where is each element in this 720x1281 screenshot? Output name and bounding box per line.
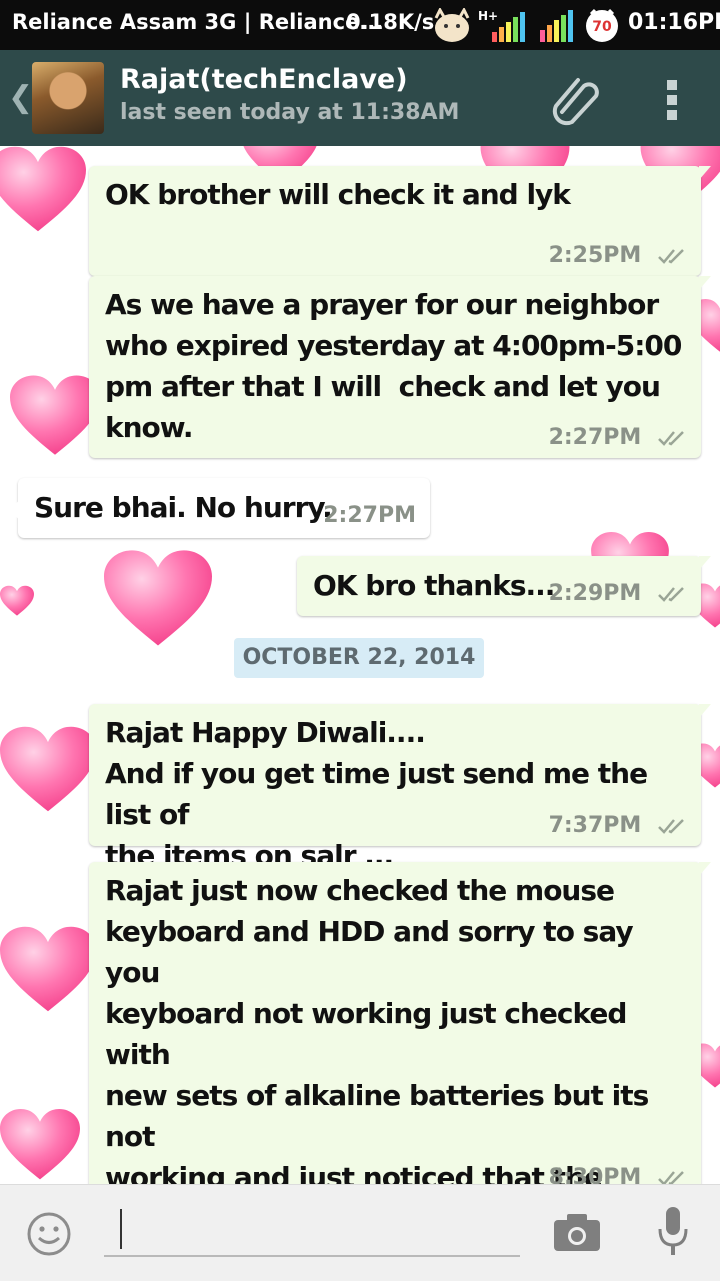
message-text: OK brother will check it and lyk	[105, 178, 571, 211]
message-time: 2:27PM	[323, 503, 416, 528]
heart-wallpaper-icon	[104, 550, 212, 648]
message-meta: 2:27PM	[323, 503, 416, 528]
message-compose-bar	[0, 1184, 720, 1281]
bubble-tail	[8, 500, 20, 520]
message-meta: 7:37PM	[549, 813, 687, 838]
clock: 01:16PM	[628, 10, 720, 35]
message-bubble-outgoing[interactable]: OK brother will check it and lyk 2:25PM	[89, 166, 711, 276]
double-check-icon	[658, 249, 684, 264]
message-bubble-outgoing[interactable]: Rajat just now checked the mouse keyboar…	[89, 862, 711, 1184]
message-meta: 2:25PM	[549, 243, 687, 268]
message-time: 8:30PM	[548, 1165, 642, 1184]
message-bubble-incoming[interactable]: Sure bhai. No hurry. 2:27PM	[8, 478, 430, 538]
message-time: 2:25PM	[548, 243, 642, 268]
paperclip-icon[interactable]	[548, 72, 604, 128]
heart-wallpaper-icon	[0, 926, 96, 1014]
bubble-tail	[699, 862, 711, 876]
bubble-tail	[699, 276, 711, 290]
message-meta: 2:27PM	[549, 425, 687, 450]
message-text: Rajat just now checked the mouse keyboar…	[105, 874, 649, 1184]
double-check-icon	[658, 431, 684, 446]
last-seen-status: last seen today at 11:38AM	[120, 100, 460, 125]
smiley-icon[interactable]	[26, 1211, 72, 1257]
cat-app-icon	[434, 8, 470, 42]
text-cursor	[120, 1209, 122, 1249]
network-type-label: H+	[478, 9, 498, 23]
chat-header: ❮ Rajat(techEnclave) last seen today at …	[0, 50, 720, 146]
status-bar: Reliance Assam 3G | Reliance... 0.18K/s …	[0, 0, 720, 50]
message-time: 2:29PM	[548, 581, 642, 606]
contact-avatar[interactable]	[32, 62, 104, 134]
message-input[interactable]	[104, 1205, 520, 1257]
bubble-tail	[699, 704, 711, 718]
camera-icon[interactable]	[552, 1211, 602, 1253]
heart-wallpaper-icon	[0, 726, 96, 814]
network-speed: 0.18K/s	[346, 10, 435, 34]
message-time: 2:27PM	[548, 425, 642, 450]
overflow-menu-icon[interactable]	[665, 78, 679, 122]
message-time: 7:37PM	[548, 813, 642, 838]
message-text: As we have a prayer for our neighbor who…	[105, 288, 682, 444]
bubble-tail	[699, 166, 711, 180]
microphone-icon[interactable]	[656, 1205, 690, 1261]
battery-level: 70	[592, 19, 612, 35]
double-check-icon	[658, 1171, 684, 1184]
date-divider: OCTOBER 22, 2014	[234, 638, 484, 678]
battery-icon: 70	[586, 8, 618, 42]
message-bubble-outgoing[interactable]: Rajat Happy Diwali.... And if you get ti…	[89, 704, 711, 872]
chevron-left-icon[interactable]: ❮	[8, 80, 33, 115]
carrier-name: Reliance Assam 3G | Reliance...	[12, 10, 384, 34]
message-meta: 2:29PM	[549, 581, 687, 606]
message-meta: 8:30PM	[549, 1165, 687, 1184]
double-check-icon	[658, 587, 684, 602]
contact-name[interactable]: Rajat(techEnclave)	[120, 64, 408, 95]
heart-wallpaper-icon	[0, 1106, 80, 1184]
chat-message-list[interactable]: OK brother will check it and lyk 2:25PM …	[0, 146, 720, 1184]
signal-strength-icon-2	[540, 10, 573, 42]
message-text: Rajat Happy Diwali.... And if you get ti…	[105, 716, 648, 872]
message-bubble-outgoing[interactable]: As we have a prayer for our neighbor who…	[89, 276, 711, 458]
double-check-icon	[658, 819, 684, 834]
bubble-tail	[699, 556, 711, 570]
heart-wallpaper-icon	[0, 146, 86, 234]
heart-wallpaper-icon	[10, 374, 100, 458]
heart-wallpaper-icon	[0, 566, 34, 636]
message-bubble-outgoing[interactable]: OK bro thanks... 2:29PM	[297, 556, 711, 616]
signal-strength-icon-1: H+	[478, 9, 525, 42]
